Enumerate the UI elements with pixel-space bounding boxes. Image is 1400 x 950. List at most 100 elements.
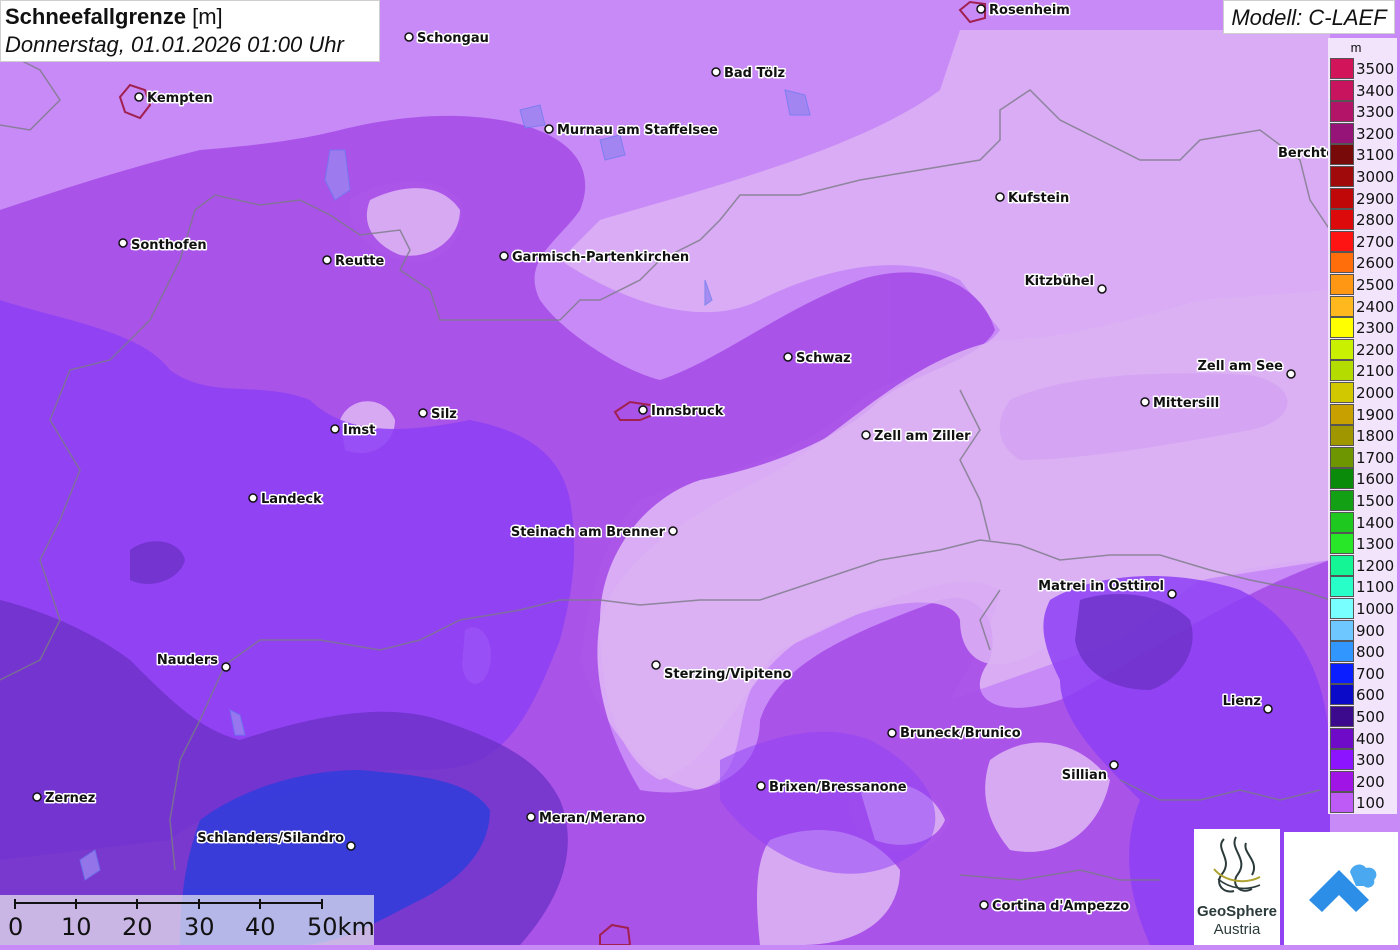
legend-swatch <box>1330 727 1354 749</box>
city-schongau[interactable]: Schongau <box>404 30 490 48</box>
legend-entry: 800 <box>1330 641 1396 663</box>
city-label: Silz <box>431 407 457 422</box>
legend-entry: 1200 <box>1330 554 1396 576</box>
city-label: Meran/Merano <box>539 811 645 826</box>
city-sonthofen[interactable]: Sonthofen <box>118 237 208 255</box>
legend-swatch <box>1330 770 1354 792</box>
legend-entry: 3300 <box>1330 101 1396 123</box>
city-steinach[interactable]: Steinach am Brenner <box>509 524 678 542</box>
legend-entry: 2600 <box>1330 252 1396 274</box>
scale-bar: 0 10 20 30 40 50km <box>0 895 375 945</box>
legend-swatch <box>1330 468 1354 490</box>
city-innsbruck[interactable]: Innsbruck <box>638 403 725 421</box>
city-label: Zernez <box>45 791 95 806</box>
legend-entry: 2700 <box>1330 230 1396 252</box>
legend-entry: 700 <box>1330 662 1396 684</box>
legend-swatch <box>1330 79 1354 101</box>
city-label: Brixen/Bressanone <box>769 780 907 795</box>
legend-swatch <box>1330 230 1354 252</box>
legend-entry: 1800 <box>1330 425 1396 447</box>
legend-entry: 200 <box>1330 770 1396 792</box>
legend-label: 2500 <box>1356 276 1395 294</box>
city-label: Cortina d'Ampezzo <box>992 899 1129 914</box>
scale-label: 40 <box>245 913 276 941</box>
legend-label: 2100 <box>1356 362 1395 381</box>
city-brixen[interactable]: Brixen/Bressanone <box>756 779 908 797</box>
legend-label: 1700 <box>1356 448 1395 467</box>
legend-entry: 1000 <box>1330 598 1396 619</box>
cloud-arrow-icon <box>1309 864 1377 912</box>
geosphere-logo-icon <box>1213 836 1261 893</box>
legend-entry: 600 <box>1330 684 1396 706</box>
legend-label: 2700 <box>1356 232 1395 251</box>
scale-label: 50km <box>307 913 375 941</box>
legend-label: 400 <box>1356 729 1385 748</box>
city-label: Garmisch-Partenkirchen <box>512 250 689 265</box>
parameter-name: Schneefallgrenze <box>5 4 186 29</box>
legend-label: 1100 <box>1356 578 1395 597</box>
legend-swatch <box>1330 554 1354 576</box>
legend-swatch <box>1330 576 1354 598</box>
city-rosenheim[interactable]: Rosenheim <box>976 2 1071 20</box>
city-label: Schongau <box>417 31 489 46</box>
legend-label: 200 <box>1356 772 1385 791</box>
forecast-datetime: Donnerstag, 01.01.2026 01:00 Uhr <box>5 32 344 57</box>
city-murnau[interactable]: Murnau am Staffelsee <box>544 122 719 140</box>
geosphere-logo[interactable]: GeoSphere Austria <box>1194 829 1280 945</box>
legend-entry: 3400 <box>1330 79 1396 101</box>
city-label: Schwaz <box>796 351 851 366</box>
legend-swatch <box>1330 122 1354 144</box>
city-label: Matrei in Osttirol <box>1038 579 1164 594</box>
parameter-unit: [m] <box>192 4 223 29</box>
city-label: Bruneck/Brunico <box>900 726 1021 741</box>
legend-label: 100 <box>1356 794 1385 813</box>
legend-entry: 1100 <box>1330 576 1396 598</box>
legend-swatch <box>1330 187 1354 209</box>
legend-entry: 1400 <box>1330 511 1396 533</box>
legend-entry: 1600 <box>1330 468 1396 490</box>
city-label: Murnau am Staffelsee <box>557 123 718 138</box>
legend-unit: m <box>1350 40 1362 55</box>
scale-label: 10 <box>61 913 92 941</box>
legend-entry: 3100 <box>1330 144 1396 166</box>
model-label: Modell: C-LAEF <box>1223 0 1395 34</box>
city-label: Zell am See <box>1197 359 1283 374</box>
city-label: Kempten <box>147 91 213 106</box>
legend-label: 3300 <box>1356 103 1395 122</box>
legend-swatch <box>1330 403 1354 425</box>
city-kempten[interactable]: Kempten <box>134 90 214 108</box>
city-berchtesgaden[interactable]: Berchte <box>1277 145 1337 163</box>
city-label: Sonthofen <box>131 238 207 253</box>
city-zell-am-ziller[interactable]: Zell am Ziller <box>861 428 973 446</box>
legend-entry: 900 <box>1330 619 1396 641</box>
city-label: Sillian <box>1062 768 1107 783</box>
city-label: Lienz <box>1223 694 1261 709</box>
legend-label: 500 <box>1356 708 1385 726</box>
city-label: Mittersill <box>1153 396 1219 411</box>
city-label: Kufstein <box>1008 191 1069 206</box>
city-meran[interactable]: Meran/Merano <box>526 810 647 828</box>
legend-swatch <box>1330 58 1354 79</box>
city-garmisch[interactable]: Garmisch-Partenkirchen <box>499 249 691 267</box>
legend-label: 2000 <box>1356 384 1395 402</box>
legend-swatch <box>1330 598 1354 619</box>
scale-label: 30 <box>184 913 215 941</box>
legend-entry: 1300 <box>1330 533 1396 555</box>
city-label: Steinach am Brenner <box>511 525 666 540</box>
cloud-arrow-logo[interactable] <box>1284 832 1398 945</box>
legend-swatch <box>1330 144 1354 166</box>
snowline-map[interactable]: Rosenheim Schongau Bad Tölz Kempten Murn… <box>0 0 1400 945</box>
legend-swatch <box>1330 209 1354 231</box>
city-cortina[interactable]: Cortina d'Ampezzo <box>979 898 1131 916</box>
city-label: Reutte <box>335 254 385 269</box>
legend-label: 1500 <box>1356 492 1395 510</box>
legend-swatch <box>1330 533 1354 555</box>
legend-label: 3000 <box>1356 168 1395 186</box>
legend-label: 300 <box>1356 751 1385 770</box>
legend-swatch <box>1330 338 1354 360</box>
city-bruneck[interactable]: Bruneck/Brunico <box>887 725 1022 743</box>
city-label: Zell am Ziller <box>874 429 971 444</box>
legend-swatch <box>1330 619 1354 641</box>
legend-swatch <box>1330 360 1354 382</box>
city-mittersill[interactable]: Mittersill <box>1140 395 1221 413</box>
